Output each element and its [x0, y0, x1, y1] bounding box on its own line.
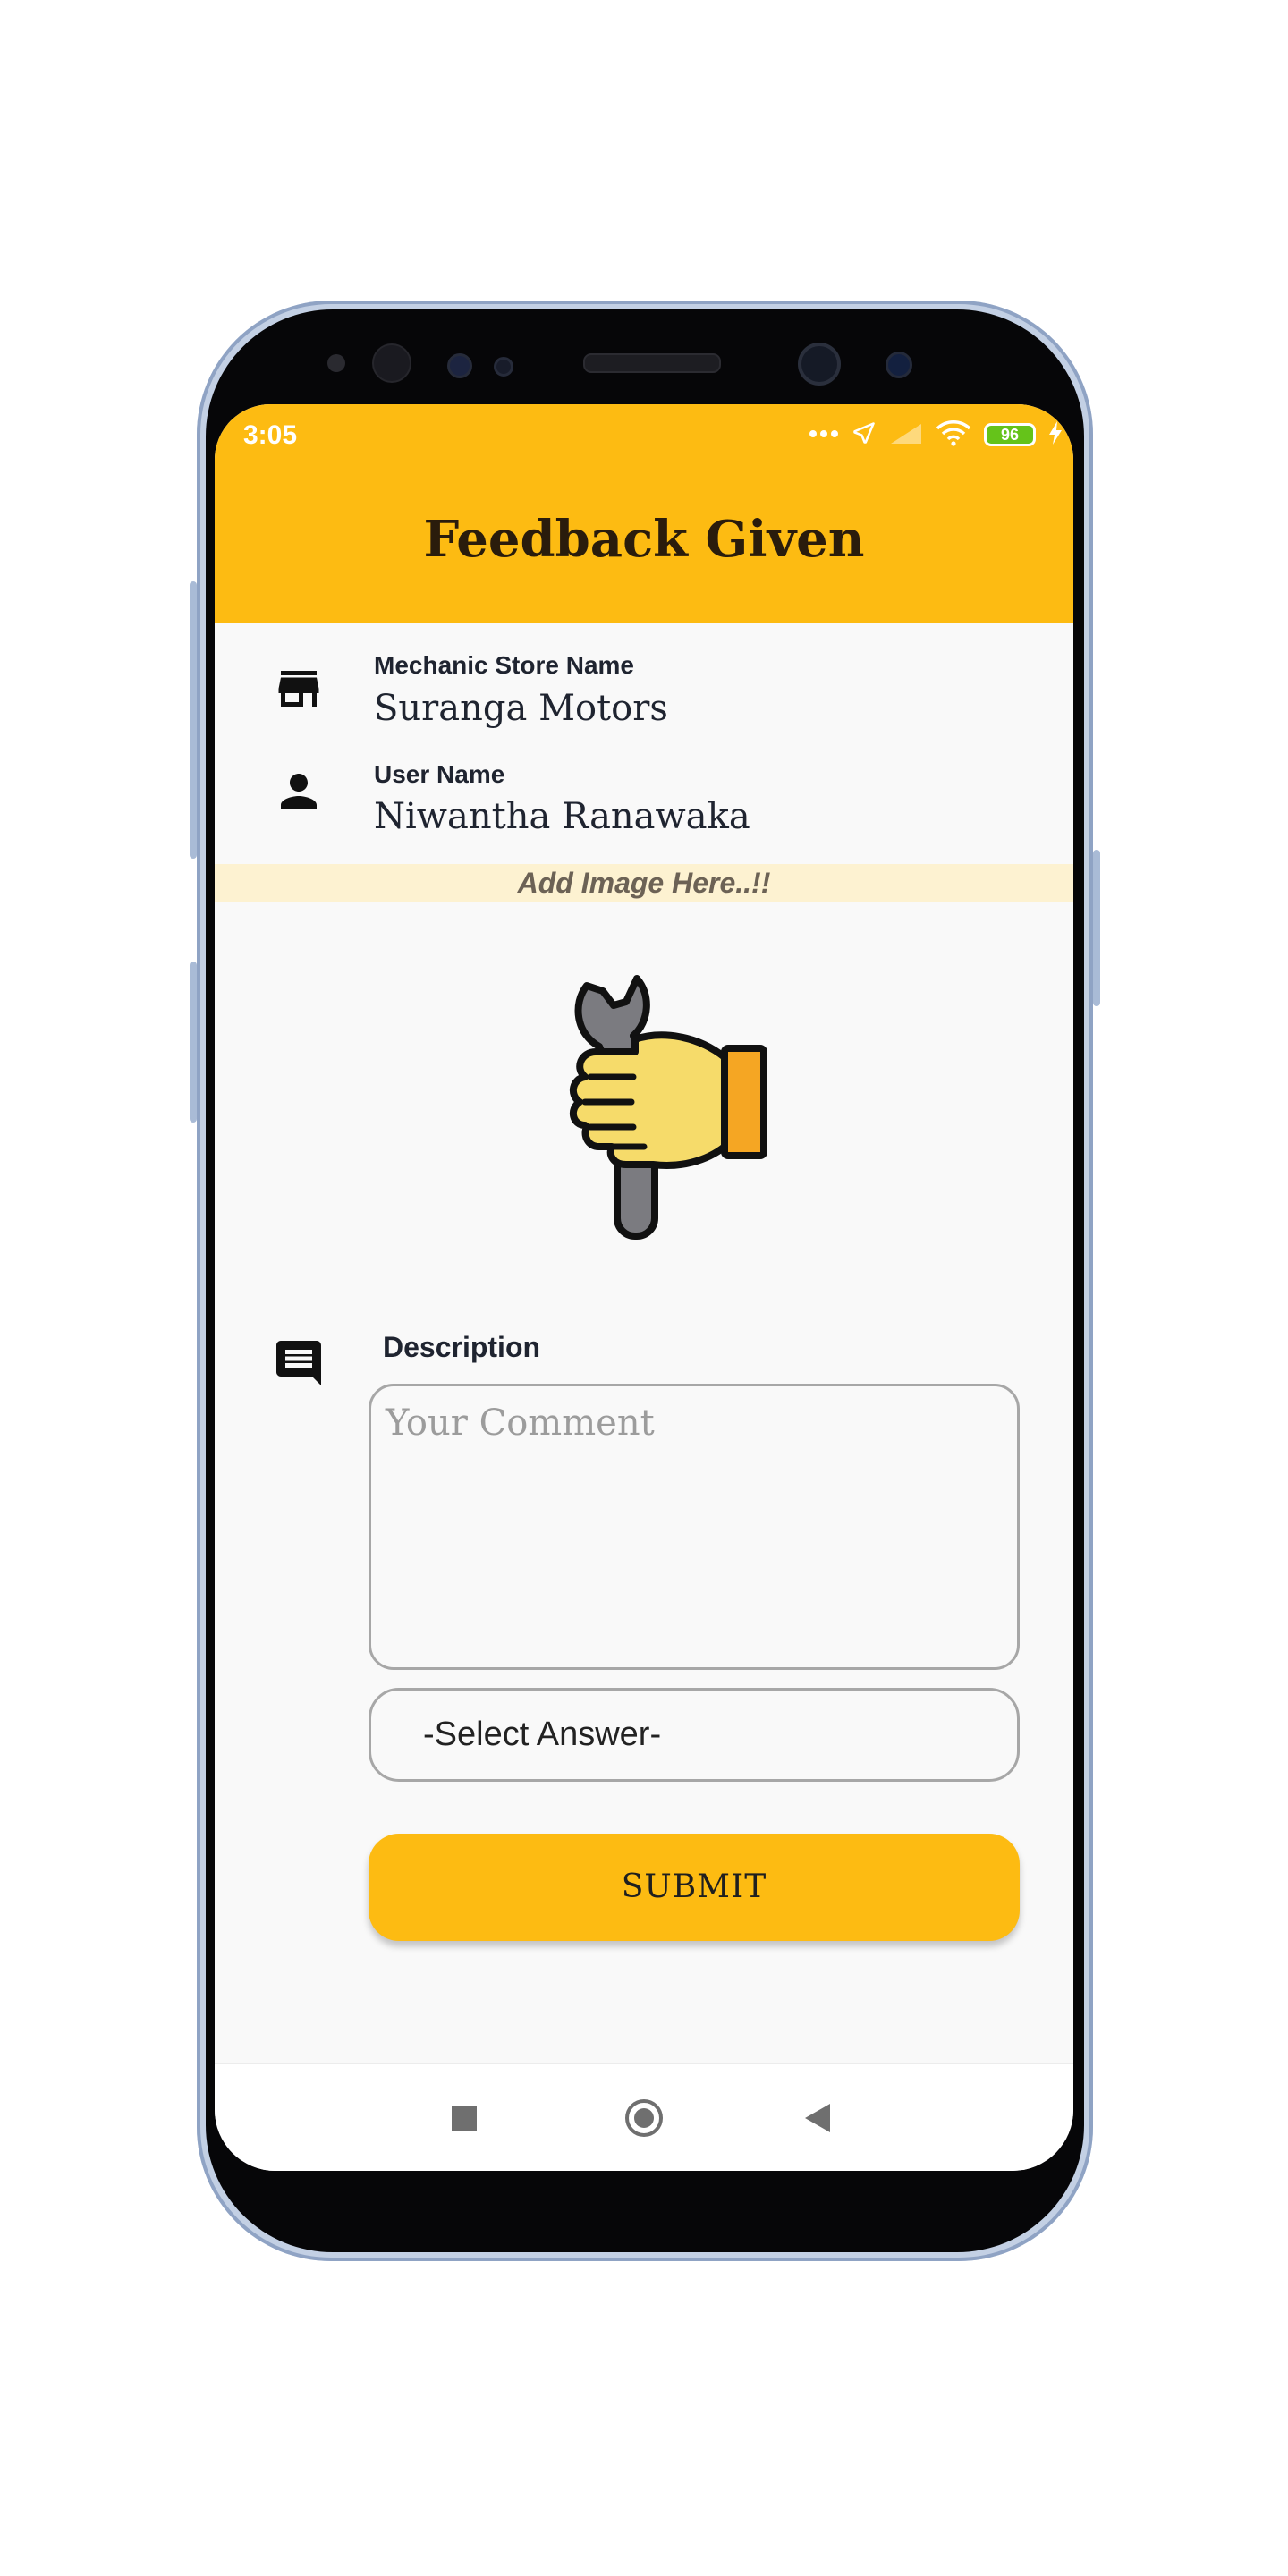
- back-icon[interactable]: [805, 2104, 830, 2132]
- add-image-button[interactable]: Add Image Here..!!: [215, 864, 1073, 902]
- home-icon[interactable]: [625, 2099, 663, 2137]
- app-header: 3:05 96 Feedback Given: [215, 404, 1073, 623]
- screen: 3:05 96 Feedback Given Mechanic Store Na…: [215, 404, 1073, 2171]
- submit-button[interactable]: SUBMIT: [369, 1834, 1020, 1941]
- user-name-value: Niwantha Ranawaka: [374, 796, 750, 837]
- sensor-dot: [372, 343, 411, 383]
- comment-icon: [272, 1336, 326, 1394]
- location-icon: [852, 420, 877, 450]
- store-name-label: Mechanic Store Name: [374, 651, 634, 679]
- comment-input[interactable]: Your Comment: [369, 1384, 1020, 1670]
- user-name-label: User Name: [374, 760, 505, 788]
- store-icon: [272, 662, 326, 720]
- power-button: [1093, 850, 1100, 1006]
- sensor-dot: [494, 357, 513, 377]
- battery-icon: 96: [984, 423, 1036, 446]
- store-name-value: Suranga Motors: [374, 688, 668, 729]
- wifi-icon: [936, 419, 971, 451]
- volume-button: [190, 581, 197, 859]
- navigation-bar: [215, 2063, 1073, 2171]
- more-dots-icon: [809, 427, 839, 443]
- charging-icon: [1048, 420, 1063, 449]
- person-icon: [272, 765, 326, 823]
- front-camera: [798, 343, 841, 386]
- status-icons: 96: [809, 417, 1063, 453]
- thumbs-down-wrench-icon[interactable]: [528, 959, 796, 1263]
- signal-icon: [889, 420, 923, 450]
- earpiece-speaker: [583, 353, 721, 373]
- recent-apps-icon[interactable]: [452, 2106, 477, 2131]
- sensor-dot: [886, 352, 912, 378]
- sensor-dot: [447, 353, 472, 378]
- side-button: [190, 962, 197, 1123]
- answer-select[interactable]: -Select Answer-: [369, 1688, 1020, 1782]
- page-title: Feedback Given: [423, 510, 865, 569]
- comment-placeholder: Your Comment: [386, 1402, 655, 1444]
- sensor-dot: [327, 354, 345, 372]
- status-time: 3:05: [243, 420, 298, 450]
- description-label: Description: [383, 1331, 541, 1363]
